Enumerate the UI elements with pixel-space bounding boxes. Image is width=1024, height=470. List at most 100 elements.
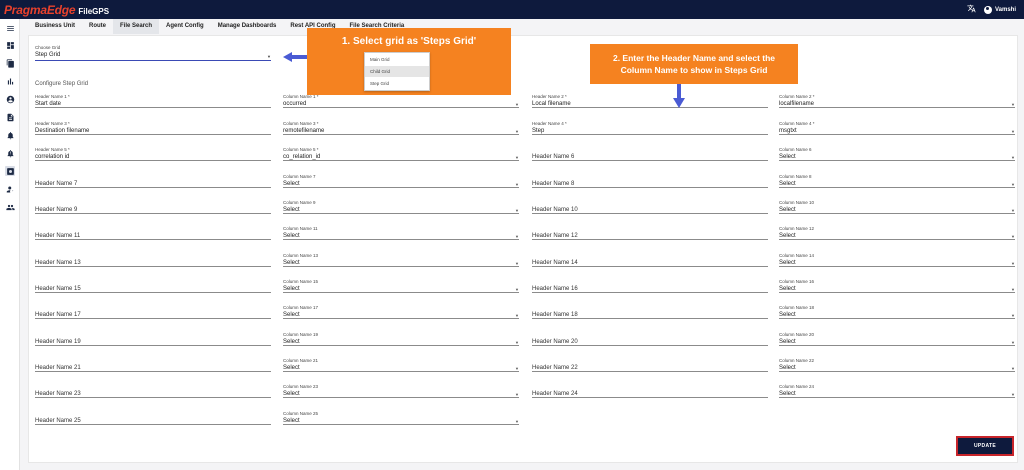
translate-icon[interactable] <box>967 4 976 15</box>
grid-option-child[interactable]: Child Grid <box>365 66 429 77</box>
column-name-21-select[interactable]: Column Name 21 Select ▼ <box>283 358 519 372</box>
header-name-12-field[interactable]: Header Name 12 <box>532 226 768 240</box>
notification-icon[interactable] <box>5 130 15 140</box>
header-name-13-field[interactable]: Header Name 13 <box>35 253 271 267</box>
tab-manage-dashboards[interactable]: Manage Dashboards <box>211 19 284 34</box>
column-name-16-select[interactable]: Column Name 16 Select ▼ <box>779 279 1015 293</box>
tab-business-unit[interactable]: Business Unit <box>28 19 82 34</box>
column-name-18-select[interactable]: Column Name 18 Select ▼ <box>779 305 1015 319</box>
header-name-21-field[interactable]: Header Name 21 <box>35 358 271 372</box>
column-name-3-select[interactable]: Column Name 3 * remotefilename ▼ <box>283 121 519 135</box>
column-name-12-select[interactable]: Column Name 12 Select ▼ <box>779 226 1015 240</box>
dropdown-caret-icon: ▼ <box>1011 155 1015 160</box>
dropdown-caret-icon: ▼ <box>267 54 271 59</box>
top-right: Vamshi <box>967 0 1016 19</box>
header-name-18-field[interactable]: Header Name 18 <box>532 305 768 319</box>
column-name-9-select[interactable]: Column Name 9 Select ▼ <box>283 200 519 214</box>
column-name-10-select[interactable]: Column Name 10 Select ▼ <box>779 200 1015 214</box>
top-bar: PragmaEdge FileGPS Vamshi <box>0 0 1024 19</box>
column-name-24-select[interactable]: Column Name 24 Select ▼ <box>779 384 1015 398</box>
dropdown-caret-icon: ▼ <box>515 366 519 371</box>
dropdown-caret-icon: ▼ <box>515 182 519 187</box>
header-name-9-field[interactable]: Header Name 9 <box>35 200 271 214</box>
header-name-7-field[interactable]: Header Name 7 <box>35 174 271 188</box>
grid-dropdown-menu: Main Grid Child Grid Step Grid <box>364 52 430 91</box>
dashboard-icon[interactable] <box>5 40 15 50</box>
header-name-11-field[interactable]: Header Name 11 <box>35 226 271 240</box>
header-name-16-field[interactable]: Header Name 16 <box>532 279 768 293</box>
column-name-22-select[interactable]: Column Name 22 Select ▼ <box>779 358 1015 372</box>
grid-option-main[interactable]: Main Grid <box>365 54 429 65</box>
column-name-20-select[interactable]: Column Name 20 Select ▼ <box>779 332 1015 346</box>
header-name-4-field[interactable]: Header Name 4 * Step <box>532 121 768 135</box>
dropdown-caret-icon: ▼ <box>515 129 519 134</box>
dropdown-caret-icon: ▼ <box>1011 261 1015 266</box>
dropdown-caret-icon: ▼ <box>515 419 519 424</box>
header-name-2-field[interactable]: Header Name 2 * Local filename <box>532 94 768 108</box>
product-name: FileGPS <box>78 6 110 16</box>
annotation-step-2: 2. Enter the Header Name and select the … <box>590 44 798 84</box>
alert-icon[interactable] <box>5 148 15 158</box>
header-name-22-field[interactable]: Header Name 22 <box>532 358 768 372</box>
column-name-8-select[interactable]: Column Name 8 Select ▼ <box>779 174 1015 188</box>
header-name-5-field[interactable]: Header Name 5 * correlation id <box>35 147 271 161</box>
dropdown-caret-icon: ▼ <box>515 313 519 318</box>
user-menu[interactable]: Vamshi <box>983 5 1016 14</box>
column-name-1-select[interactable]: Column Name 1 * occurred ▼ <box>283 94 519 108</box>
bar-chart-icon[interactable] <box>5 76 15 86</box>
tab-agent-config[interactable]: Agent Config <box>159 19 211 34</box>
header-name-1-field[interactable]: Header Name 1 * Start date <box>35 94 271 108</box>
dropdown-caret-icon: ▼ <box>1011 313 1015 318</box>
dropdown-caret-icon: ▼ <box>1011 129 1015 134</box>
column-name-25-select[interactable]: Column Name 25 Select ▼ <box>283 411 519 425</box>
choose-grid-label: Choose Grid <box>35 45 61 50</box>
settings-panel-icon[interactable] <box>5 166 15 176</box>
dropdown-caret-icon: ▼ <box>515 234 519 239</box>
column-name-14-select[interactable]: Column Name 14 Select ▼ <box>779 253 1015 267</box>
header-name-23-field[interactable]: Header Name 23 <box>35 384 271 398</box>
header-name-17-field[interactable]: Header Name 17 <box>35 305 271 319</box>
header-name-3-field[interactable]: Header Name 3 * Destination filename <box>35 121 271 135</box>
document-icon[interactable] <box>5 112 15 122</box>
grid-option-step[interactable]: Step Grid <box>365 78 429 89</box>
header-name-10-field[interactable]: Header Name 10 <box>532 200 768 214</box>
dropdown-caret-icon: ▼ <box>515 261 519 266</box>
dropdown-caret-icon: ▼ <box>515 208 519 213</box>
column-name-19-select[interactable]: Column Name 19 Select ▼ <box>283 332 519 346</box>
column-name-6-select[interactable]: Column Name 6 Select ▼ <box>779 147 1015 161</box>
header-name-25-field[interactable]: Header Name 25 <box>35 411 271 425</box>
column-name-11-select[interactable]: Column Name 11 Select ▼ <box>283 226 519 240</box>
column-name-15-select[interactable]: Column Name 15 Select ▼ <box>283 279 519 293</box>
dropdown-caret-icon: ▼ <box>1011 208 1015 213</box>
menu-icon[interactable] <box>5 23 15 33</box>
header-name-19-field[interactable]: Header Name 19 <box>35 332 271 346</box>
header-name-24-field[interactable]: Header Name 24 <box>532 384 768 398</box>
column-name-23-select[interactable]: Column Name 23 Select ▼ <box>283 384 519 398</box>
brand[interactable]: PragmaEdge FileGPS <box>4 3 109 17</box>
dropdown-caret-icon: ▼ <box>515 340 519 345</box>
column-name-5-select[interactable]: Column Name 5 * co_relation_id ▼ <box>283 147 519 161</box>
user-name: Vamshi <box>994 6 1016 13</box>
header-name-8-field[interactable]: Header Name 8 <box>532 174 768 188</box>
tab-file-search[interactable]: File Search <box>113 19 160 34</box>
group-icon[interactable] <box>5 202 15 212</box>
column-name-2-select[interactable]: Column Name 2 * localfilename ▼ <box>779 94 1015 108</box>
choose-grid-value: Step Grid <box>35 52 61 58</box>
user-settings-icon[interactable] <box>5 184 15 194</box>
header-name-15-field[interactable]: Header Name 15 <box>35 279 271 293</box>
column-name-17-select[interactable]: Column Name 17 Select ▼ <box>283 305 519 319</box>
dropdown-caret-icon: ▼ <box>1011 234 1015 239</box>
header-name-20-field[interactable]: Header Name 20 <box>532 332 768 346</box>
choose-grid-select[interactable]: Choose Grid Step Grid ▼ <box>35 45 271 61</box>
column-name-4-select[interactable]: Column Name 4 * msgtxt ▼ <box>779 121 1015 135</box>
files-icon[interactable] <box>5 58 15 68</box>
tab-route[interactable]: Route <box>82 19 113 34</box>
update-button[interactable]: UPDATE <box>956 436 1014 456</box>
header-name-6-field[interactable]: Header Name 6 <box>532 147 768 161</box>
account-circle-icon[interactable] <box>5 94 15 104</box>
header-name-14-field[interactable]: Header Name 14 <box>532 253 768 267</box>
column-name-7-select[interactable]: Column Name 7 Select ▼ <box>283 174 519 188</box>
dropdown-caret-icon: ▼ <box>1011 366 1015 371</box>
column-name-13-select[interactable]: Column Name 13 Select ▼ <box>283 253 519 267</box>
configure-title: Configure Step Grid <box>35 81 89 87</box>
